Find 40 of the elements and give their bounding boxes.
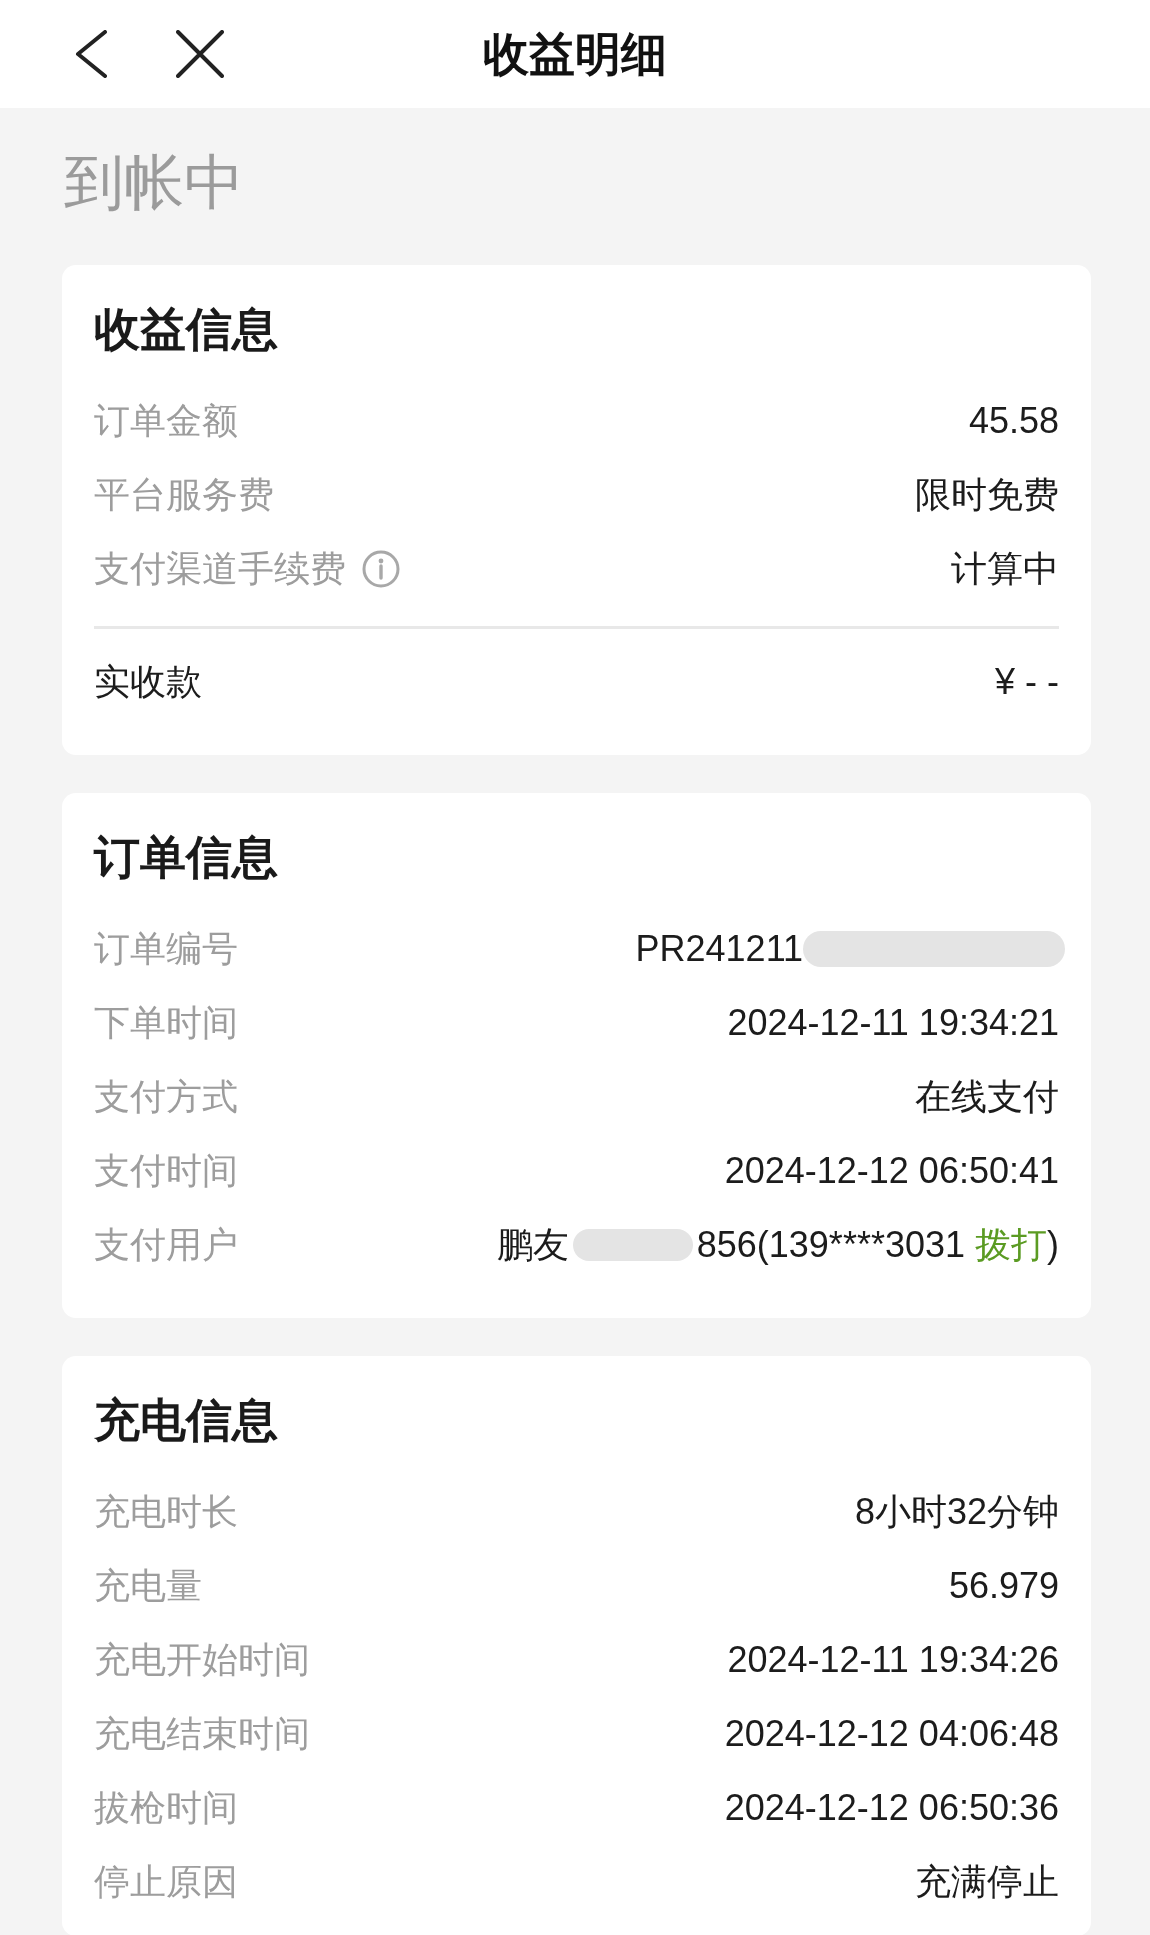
total-value: ¥ - -: [995, 661, 1059, 703]
row-label: 充电结束时间: [94, 1711, 310, 1756]
user-name: 鹏友: [496, 1222, 569, 1267]
row-value: 2024-12-11 19:34:21: [727, 1002, 1059, 1044]
row-value: 8小时32分钟: [854, 1489, 1059, 1534]
row-label: 支付渠道手续费: [94, 546, 346, 591]
row-label: 订单金额: [94, 398, 238, 443]
row-label: 支付方式: [94, 1074, 238, 1119]
card-title: 收益信息: [94, 303, 278, 355]
row-label: 充电时长: [94, 1489, 238, 1534]
row-value: 45.58: [968, 400, 1059, 442]
row-label: 平台服务费: [94, 472, 274, 517]
row-label: 支付用户: [94, 1222, 238, 1267]
row-label: 充电开始时间: [94, 1637, 310, 1682]
close-button[interactable]: [174, 28, 226, 80]
status-text: 到帐中: [64, 149, 244, 216]
page-title: 收益明细: [483, 27, 667, 82]
total-label: 实收款: [94, 659, 202, 704]
order-number: PR241211: [635, 928, 803, 970]
back-icon: [74, 30, 108, 78]
row-value: 2024-12-12 06:50:36: [724, 1787, 1059, 1829]
row-value: 充满停止: [915, 1859, 1059, 1904]
row-value: 在线支付: [915, 1074, 1059, 1119]
call-link[interactable]: 拨打: [975, 1223, 1047, 1265]
row-label: 拔枪时间: [94, 1785, 238, 1830]
row-label: 停止原因: [94, 1859, 238, 1904]
row-label: 下单时间: [94, 1000, 238, 1045]
card-title: 充电信息: [94, 1394, 278, 1446]
row-label: 支付时间: [94, 1148, 238, 1193]
user-phone: 856(139****3031 拨打): [696, 1222, 1059, 1267]
row-value: 2024-12-12 06:50:41: [724, 1150, 1059, 1192]
row-value: 56.979: [948, 1565, 1059, 1607]
row-value: 2024-12-12 04:06:48: [724, 1713, 1059, 1755]
row-value: 计算中: [951, 546, 1059, 591]
row-label: 订单编号: [94, 926, 238, 971]
row-label: 充电量: [94, 1563, 202, 1608]
card-title: 订单信息: [94, 831, 278, 883]
row-value: 限时免费: [915, 472, 1059, 517]
close-icon: [176, 30, 224, 78]
row-value: 2024-12-11 19:34:26: [727, 1639, 1059, 1681]
